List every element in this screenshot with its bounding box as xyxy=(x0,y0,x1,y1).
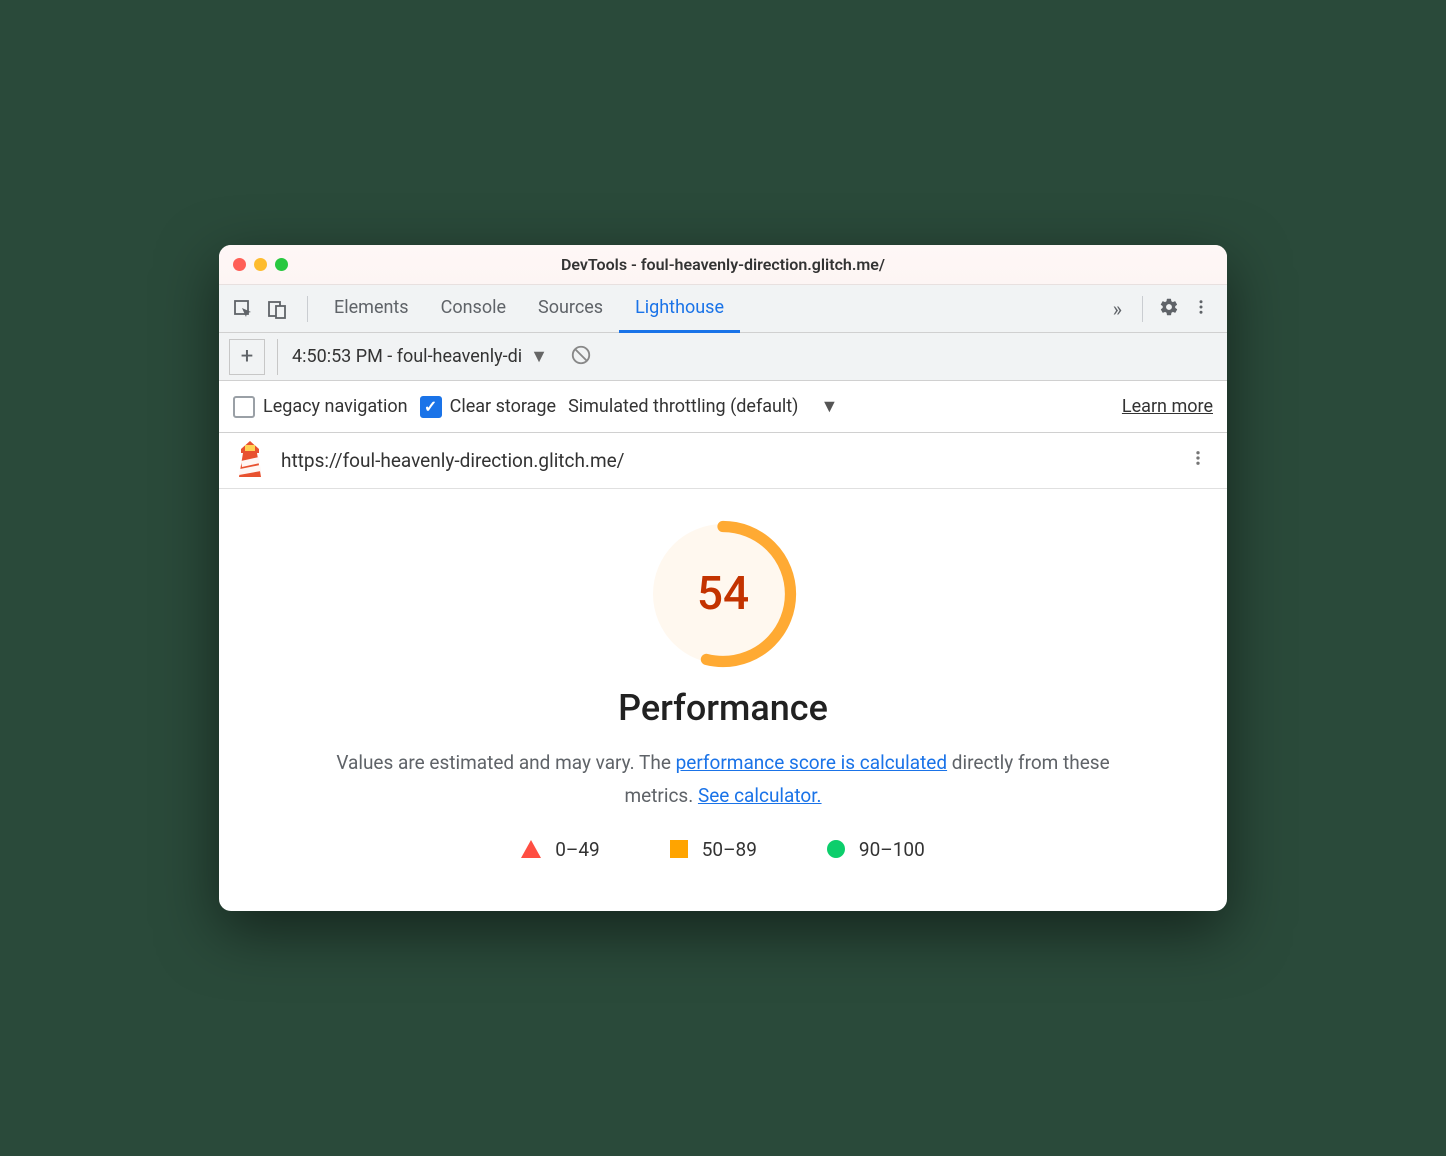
titlebar: DevTools - foul-heavenly-direction.glitc… xyxy=(219,245,1227,285)
clear-storage-checkbox[interactable] xyxy=(420,396,442,418)
score-calculated-link[interactable]: performance score is calculated xyxy=(676,751,947,774)
legend-average-label: 50–89 xyxy=(702,838,757,861)
traffic-lights xyxy=(233,258,288,271)
divider xyxy=(307,296,308,322)
lighthouse-options-row: Legacy navigation Clear storage Simulate… xyxy=(219,381,1227,433)
plus-icon: + xyxy=(241,344,253,369)
report-url-text: https://foul-heavenly-direction.glitch.m… xyxy=(281,449,625,472)
clear-storage-option[interactable]: Clear storage xyxy=(420,396,556,418)
legend-pass-label: 90–100 xyxy=(859,838,925,861)
gear-icon xyxy=(1159,297,1179,321)
legacy-navigation-option[interactable]: Legacy navigation xyxy=(233,396,408,418)
performance-gauge: 54 xyxy=(259,519,1187,669)
circle-icon xyxy=(827,840,845,858)
tab-elements[interactable]: Elements xyxy=(318,285,425,333)
performance-description: Values are estimated and may vary. The p… xyxy=(313,747,1133,812)
close-window-button[interactable] xyxy=(233,258,246,271)
new-report-button[interactable]: + xyxy=(229,339,265,375)
legend-pass: 90–100 xyxy=(827,838,925,861)
report-body: 54 Performance Values are estimated and … xyxy=(219,489,1227,911)
more-options-button[interactable] xyxy=(1185,293,1217,325)
clear-storage-label: Clear storage xyxy=(450,396,556,417)
score-legend: 0–49 50–89 90–100 xyxy=(259,838,1187,861)
kebab-icon xyxy=(1189,449,1207,472)
legacy-navigation-checkbox[interactable] xyxy=(233,396,255,418)
tab-console[interactable]: Console xyxy=(425,285,522,333)
kebab-icon xyxy=(1192,298,1210,320)
maximize-window-button[interactable] xyxy=(275,258,288,271)
legacy-navigation-label: Legacy navigation xyxy=(263,396,408,417)
performance-score-value: 54 xyxy=(648,519,798,669)
report-menu-button[interactable] xyxy=(1183,449,1213,472)
panel-tabs: Elements Console Sources Lighthouse xyxy=(318,285,740,333)
inspect-element-icon[interactable] xyxy=(229,295,257,323)
learn-more-link[interactable]: Learn more xyxy=(1122,396,1213,417)
throttling-label: Simulated throttling (default) xyxy=(568,396,798,417)
throttling-dropdown-caret[interactable]: ▼ xyxy=(820,396,838,417)
report-selector-dropdown[interactable]: 4:50:53 PM - foul-heavenly-di ▼ xyxy=(277,339,548,375)
device-toolbar-icon[interactable] xyxy=(263,295,291,323)
legend-fail-label: 0–49 xyxy=(555,838,600,861)
settings-button[interactable] xyxy=(1153,293,1185,325)
divider xyxy=(1142,296,1143,322)
square-icon xyxy=(670,840,688,858)
triangle-icon xyxy=(521,840,541,858)
window-title: DevTools - foul-heavenly-direction.glitc… xyxy=(219,255,1227,274)
more-tabs-button[interactable]: » xyxy=(1103,297,1132,321)
clear-reports-button[interactable] xyxy=(566,342,596,372)
tab-lighthouse[interactable]: Lighthouse xyxy=(619,285,740,333)
legend-average: 50–89 xyxy=(670,838,757,861)
devtools-tabs-row: Elements Console Sources Lighthouse » xyxy=(219,285,1227,333)
devtools-window: DevTools - foul-heavenly-direction.glitc… xyxy=(219,245,1227,911)
tab-sources[interactable]: Sources xyxy=(522,285,619,333)
report-url-row: https://foul-heavenly-direction.glitch.m… xyxy=(219,433,1227,489)
lighthouse-toolbar: + 4:50:53 PM - foul-heavenly-di ▼ xyxy=(219,333,1227,381)
desc-text: Values are estimated and may vary. The xyxy=(336,751,675,774)
minimize-window-button[interactable] xyxy=(254,258,267,271)
clear-icon xyxy=(570,344,592,370)
report-selector-label: 4:50:53 PM - foul-heavenly-di xyxy=(292,346,522,367)
legend-fail: 0–49 xyxy=(521,838,600,861)
chevron-down-icon: ▼ xyxy=(530,346,548,367)
performance-category-title: Performance xyxy=(259,687,1187,729)
lighthouse-icon xyxy=(233,439,267,482)
see-calculator-link[interactable]: See calculator. xyxy=(698,784,822,807)
